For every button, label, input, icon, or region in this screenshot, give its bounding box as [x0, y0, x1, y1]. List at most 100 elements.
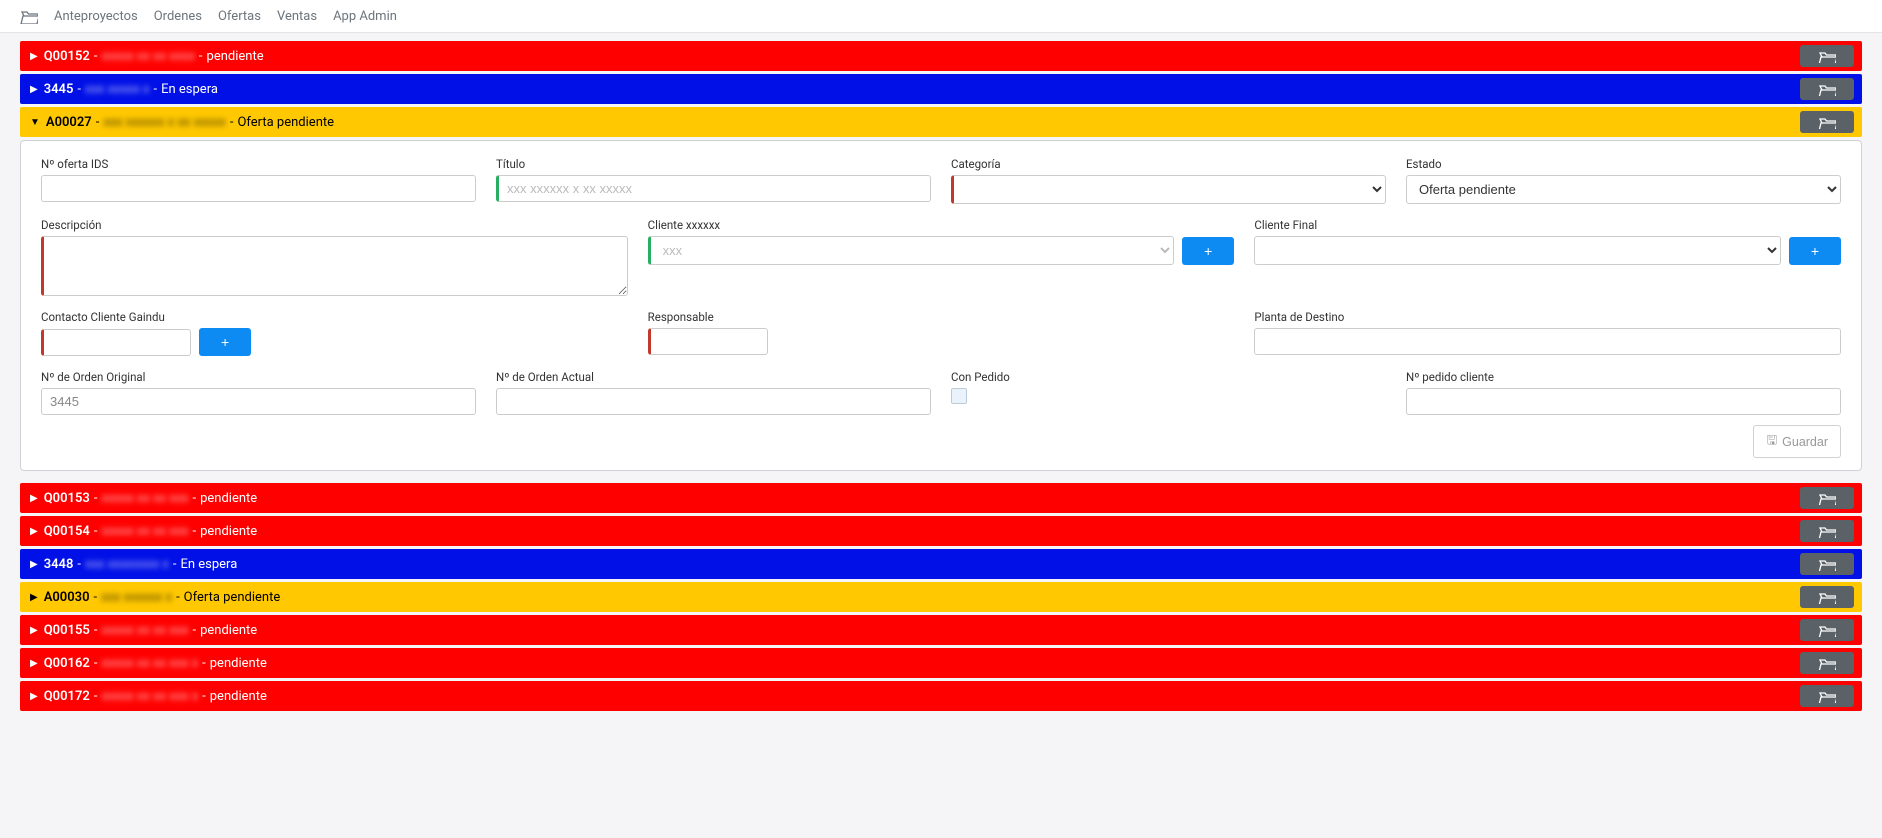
row-blurred: xxx xxxxxxxx x: [85, 557, 169, 572]
label-orden-actual: Nº de Orden Actual: [496, 370, 931, 384]
caret-right-icon: ▶: [30, 592, 38, 603]
add-contacto-button[interactable]: +: [199, 328, 251, 356]
select-categoria[interactable]: [951, 175, 1386, 204]
row-code: Q00155: [44, 623, 90, 638]
label-cliente-final: Cliente Final: [1254, 218, 1841, 232]
row-code: Q00153: [44, 491, 90, 506]
row-open-button[interactable]: [1800, 586, 1854, 608]
caret-right-icon: ▶: [30, 51, 38, 62]
list-row[interactable]: ▶ 3445 - xxx xxxxx x - En espera: [20, 74, 1862, 104]
list-row[interactable]: ▶Q00155-xxxxx xx xx xxx-pendiente: [20, 615, 1862, 645]
select-cliente-final[interactable]: [1254, 236, 1780, 265]
label-titulo: Título: [496, 157, 931, 171]
row-open-button[interactable]: [1800, 652, 1854, 674]
row-status: pendiente: [210, 689, 267, 704]
row-open-button[interactable]: [1800, 685, 1854, 707]
list-row[interactable]: ▶A00030-xxx xxxxxx x-Oferta pendiente: [20, 582, 1862, 612]
row-blurred: xxxxx xx xx xxxx: [101, 49, 195, 64]
label-estado: Estado: [1406, 157, 1841, 171]
row-code: Q00172: [44, 689, 90, 704]
label-descripcion: Descripción: [41, 218, 628, 232]
row-blurred: xxx xxxxxx x: [101, 590, 172, 605]
row-open-button[interactable]: [1800, 520, 1854, 542]
row-status: En espera: [161, 82, 218, 97]
label-categoria: Categoría: [951, 157, 1386, 171]
label-planta-destino: Planta de Destino: [1254, 310, 1841, 324]
checkbox-con-pedido[interactable]: [951, 388, 967, 404]
row-open-button[interactable]: [1800, 553, 1854, 575]
row-status: pendiente: [200, 491, 257, 506]
caret-right-icon: ▶: [30, 526, 38, 537]
row-code: A00030: [44, 590, 90, 605]
input-orden-original[interactable]: [41, 388, 476, 415]
row-open-button[interactable]: [1800, 487, 1854, 509]
row-open-button[interactable]: [1800, 45, 1854, 67]
row-blurred: xxxxx xx xx xxx: [101, 491, 188, 506]
row-blurred: xxx xxxxxx x xx xxxxx: [103, 115, 226, 130]
top-navbar: Anteproyectos Ordenes Ofertas Ventas App…: [0, 0, 1882, 33]
caret-right-icon: ▶: [30, 84, 38, 95]
caret-right-icon: ▶: [30, 493, 38, 504]
add-cliente-button[interactable]: +: [1182, 237, 1234, 265]
select-estado[interactable]: Oferta pendiente: [1406, 175, 1841, 204]
row-code: Q00154: [44, 524, 90, 539]
textarea-descripcion[interactable]: [41, 236, 628, 296]
row-open-button[interactable]: [1800, 619, 1854, 641]
input-responsable[interactable]: [648, 328, 768, 355]
caret-right-icon: ▶: [30, 625, 38, 636]
row-status: pendiente: [200, 623, 257, 638]
input-n-oferta-ids[interactable]: [41, 175, 476, 202]
label-contacto-cliente: Contacto Cliente Gaindu: [41, 310, 628, 324]
caret-right-icon: ▶: [30, 691, 38, 702]
nav-ventas[interactable]: Ventas: [277, 9, 317, 24]
list-row[interactable]: ▶Q00172-xxxxx xx xx xxx x-pendiente: [20, 681, 1862, 711]
row-blurred: xxxxx xx xx xxx: [101, 623, 188, 638]
row-status: pendiente: [207, 49, 264, 64]
row-status: pendiente: [200, 524, 257, 539]
nav-ofertas[interactable]: Ofertas: [218, 9, 261, 24]
row-blurred: xxxxx xx xx xxx: [101, 524, 188, 539]
caret-down-icon: ▼: [30, 117, 40, 128]
row-code: Q00152: [44, 49, 90, 64]
row-open-button[interactable]: [1800, 78, 1854, 100]
row-blurred: xxxxx xx xx xxx x: [101, 656, 198, 671]
select-cliente[interactable]: xxx: [648, 236, 1174, 265]
row-code: Q00162: [44, 656, 90, 671]
row-code: A00027: [46, 115, 92, 130]
row-code: 3445: [44, 82, 74, 97]
label-con-pedido: Con Pedido: [951, 370, 1386, 384]
caret-right-icon: ▶: [30, 658, 38, 669]
nav-ordenes[interactable]: Ordenes: [154, 9, 202, 24]
row-blurred: xxx xxxxx x: [85, 82, 150, 97]
input-orden-actual[interactable]: [496, 388, 931, 415]
nav-appadmin[interactable]: App Admin: [333, 9, 397, 24]
input-planta-destino[interactable]: [1254, 328, 1841, 355]
row-status: Oferta pendiente: [184, 590, 281, 605]
caret-right-icon: ▶: [30, 559, 38, 570]
input-titulo[interactable]: [496, 175, 931, 202]
list-row[interactable]: ▶ Q00152 - xxxxx xx xx xxxx - pendiente: [20, 41, 1862, 71]
save-button[interactable]: 🖫 Guardar: [1753, 425, 1841, 458]
list-row[interactable]: ▶Q00162-xxxxx xx xx xxx x-pendiente: [20, 648, 1862, 678]
label-responsable: Responsable: [648, 310, 1235, 324]
row-status: pendiente: [210, 656, 267, 671]
nav-anteproyectos[interactable]: Anteproyectos: [54, 9, 138, 24]
row-status: Oferta pendiente: [237, 115, 334, 130]
add-cliente-final-button[interactable]: +: [1789, 237, 1841, 265]
input-pedido-cliente[interactable]: [1406, 388, 1841, 415]
row-status: En espera: [180, 557, 237, 572]
label-cliente: Cliente xxxxxx: [648, 218, 1235, 232]
detail-panel: Nº oferta IDS Título Categoría Estado Of…: [20, 140, 1862, 471]
row-blurred: xxxxx xx xx xxx x: [101, 689, 198, 704]
list-row-expanded[interactable]: ▼ A00027 - xxx xxxxxx x xx xxxxx - Ofert…: [20, 107, 1862, 137]
row-open-button[interactable]: [1800, 111, 1854, 133]
list-row[interactable]: ▶Q00154-xxxxx xx xx xxx-pendiente: [20, 516, 1862, 546]
save-icon: 🖫: [1766, 431, 1777, 452]
input-contacto-cliente[interactable]: [41, 329, 191, 356]
row-code: 3448: [44, 557, 74, 572]
label-orden-original: Nº de Orden Original: [41, 370, 476, 384]
home-folder-icon[interactable]: [20, 8, 38, 24]
label-n-oferta-ids: Nº oferta IDS: [41, 157, 476, 171]
list-row[interactable]: ▶Q00153-xxxxx xx xx xxx-pendiente: [20, 483, 1862, 513]
list-row[interactable]: ▶3448-xxx xxxxxxxx x-En espera: [20, 549, 1862, 579]
